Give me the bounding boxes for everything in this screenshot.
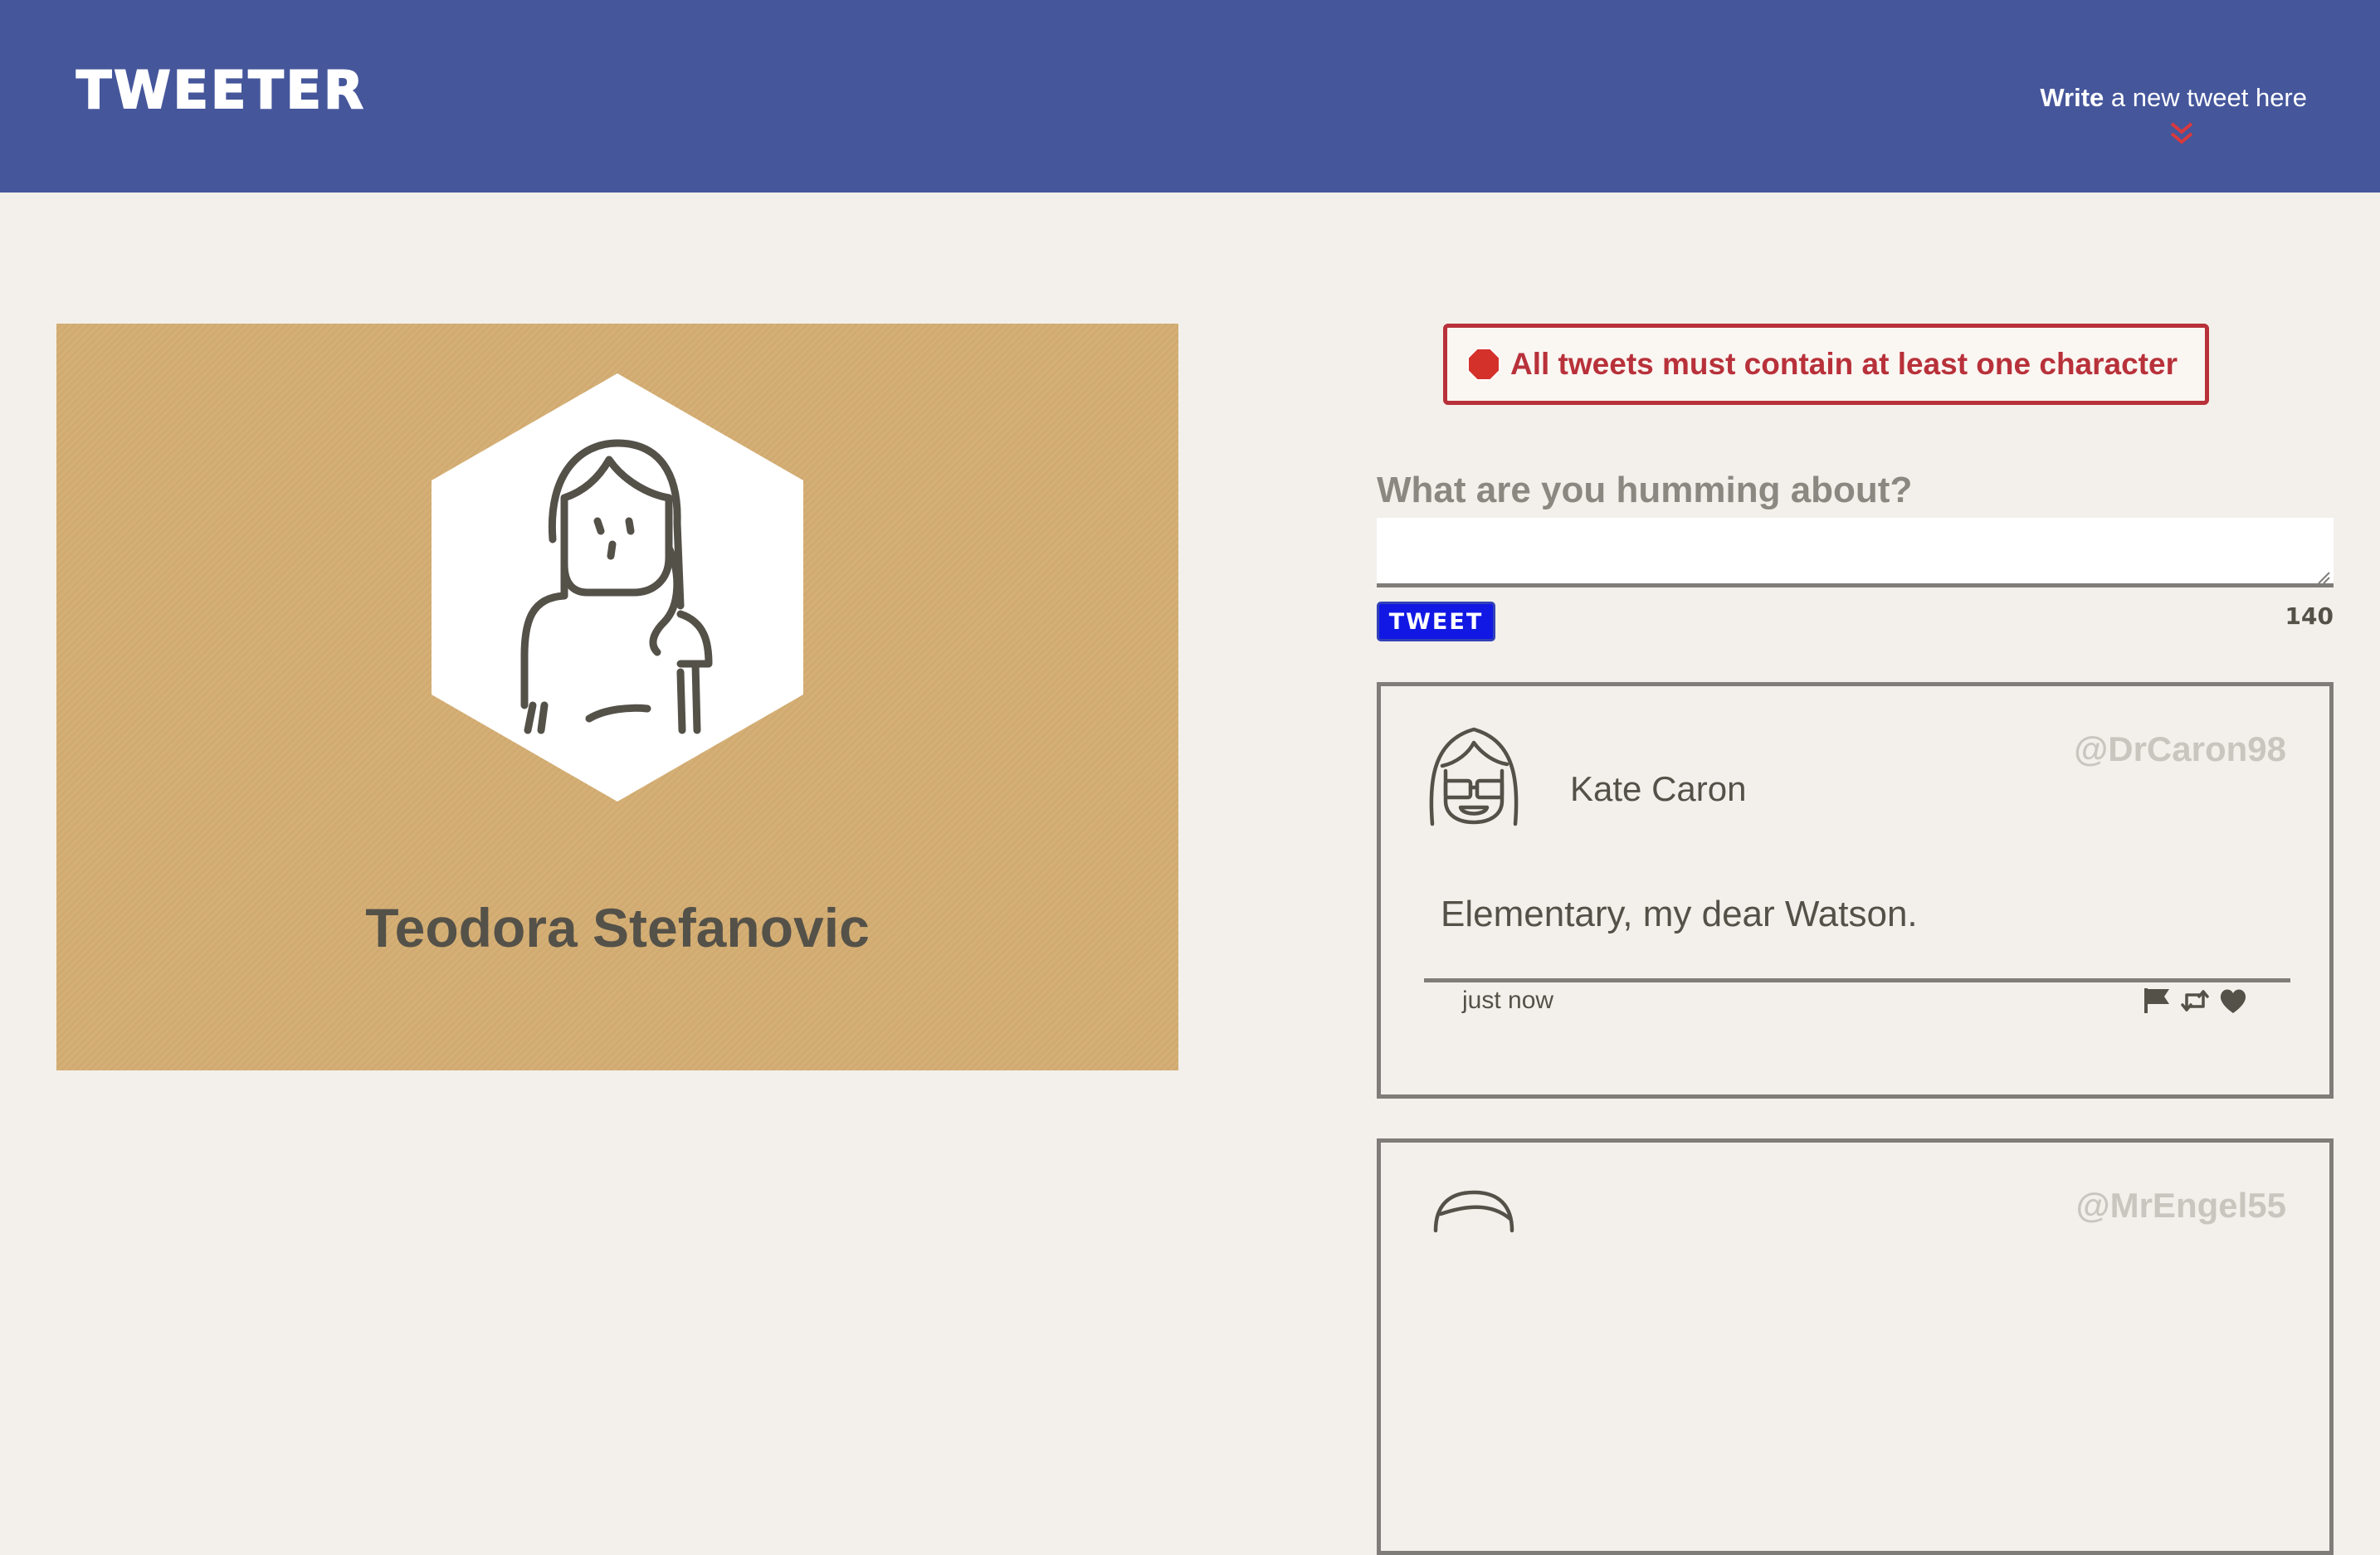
profile-card: Teodora Stefanovic <box>56 324 1178 1070</box>
tweet-divider <box>1424 978 2290 982</box>
error-text: All tweets must contain at least one cha… <box>1510 347 2178 381</box>
tweet-card: Kate Caron @DrCaron98 Elementary, my dea… <box>1377 682 2334 1099</box>
error-message: All tweets must contain at least one cha… <box>1443 324 2209 405</box>
compose-label: What are you humming about? <box>1377 470 1913 510</box>
write-tweet-toggle-text: a new tweet here <box>2104 83 2307 112</box>
tweet-button[interactable]: TWEET <box>1377 602 1495 641</box>
tweet-actions <box>2142 987 2248 1015</box>
tweet-text: Elementary, my dear Watson. <box>1441 894 1918 934</box>
char-counter: 140 <box>2285 602 2334 630</box>
flag-icon[interactable] <box>2142 987 2172 1015</box>
tweet-timestamp: just now <box>1462 987 1554 1014</box>
double-chevron-down-icon[interactable] <box>2168 121 2195 146</box>
app-logo[interactable]: TWEETER <box>76 59 366 121</box>
tweet-author-handle: @DrCaron98 <box>2074 729 2286 768</box>
user-avatar-icon <box>432 373 803 802</box>
retweet-icon[interactable] <box>2180 987 2210 1015</box>
tweet-author-handle: @MrEngel55 <box>2075 1186 2286 1225</box>
resize-grip-icon[interactable] <box>2315 569 2330 584</box>
profile-name: Teodora Stefanovic <box>365 897 870 958</box>
top-nav: TWEETER Write a new tweet here <box>0 0 2380 193</box>
user-avatar-icon <box>1433 1190 1514 1233</box>
tweet-author-name: Kate Caron <box>1570 769 1747 808</box>
tweet-card: @MrEngel55 <box>1377 1138 2334 1555</box>
write-tweet-toggle-bold: Write <box>2040 83 2104 112</box>
heart-icon[interactable] <box>2218 987 2248 1015</box>
user-avatar-glasses-icon <box>1429 727 1519 826</box>
tweet-input[interactable] <box>1377 518 2334 587</box>
stop-sign-icon <box>1467 348 1500 381</box>
write-tweet-toggle[interactable]: Write a new tweet here <box>2040 83 2307 113</box>
